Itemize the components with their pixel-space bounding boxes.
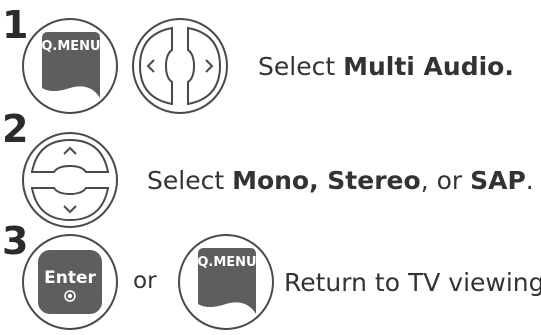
step-2-instruction: Select Mono, Stereo, or SAP.	[147, 166, 534, 195]
qmenu-button[interactable]: Q.MENU	[20, 16, 120, 116]
enter-button[interactable]: Enter	[20, 232, 120, 332]
left-right-nav-pad[interactable]	[130, 16, 230, 116]
qmenu-button-step3[interactable]: Q.MENU	[176, 232, 276, 332]
qmenu-label: Q.MENU	[41, 39, 100, 54]
up-down-nav-pad[interactable]	[20, 130, 120, 230]
enter-label: Enter	[44, 268, 96, 288]
step-1-instruction: Select Multi Audio.	[258, 52, 514, 81]
step-3-instruction: Return to TV viewing.	[284, 268, 541, 297]
or-text: or	[133, 268, 157, 294]
qmenu-label: Q.MENU	[197, 255, 256, 270]
